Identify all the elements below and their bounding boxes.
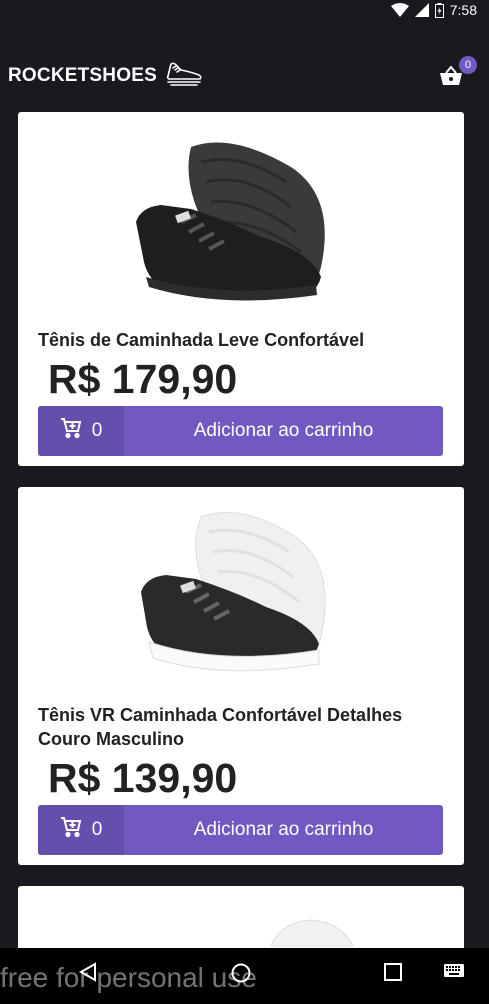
wifi-icon: [390, 3, 409, 17]
keyboard-icon[interactable]: [443, 962, 465, 983]
status-bar: 7:58: [0, 0, 489, 24]
product-card: Tênis de Caminhada Leve Confortável R$ 1…: [18, 112, 464, 466]
add-cart-icon: [60, 417, 82, 445]
product-image[interactable]: [18, 112, 464, 322]
watermark: free for personal use: [0, 962, 257, 993]
product-card: [18, 886, 464, 948]
app-header: ROCKETSHOES 0: [0, 56, 489, 100]
product-list[interactable]: Tênis de Caminhada Leve Confortável R$ 1…: [0, 112, 489, 948]
battery-icon: [434, 2, 444, 18]
cart-button[interactable]: 0: [437, 56, 477, 92]
cart-count-badge: 0: [459, 56, 477, 74]
product-price: R$ 179,90: [48, 356, 238, 402]
recents-nav-icon[interactable]: [383, 962, 403, 987]
add-to-cart-button[interactable]: 0 Adicionar ao carrinho: [38, 805, 443, 855]
cart-amount: 0: [38, 805, 124, 855]
sneaker-logo-icon: [165, 60, 203, 91]
add-cart-icon: [60, 816, 82, 844]
product-image[interactable]: [18, 487, 464, 687]
product-card: Tênis VR Caminhada Confortável Detalhes …: [18, 487, 464, 865]
add-to-cart-button[interactable]: 0 Adicionar ao carrinho: [38, 406, 443, 456]
logo[interactable]: ROCKETSHOES: [8, 60, 203, 91]
add-to-cart-label: Adicionar ao carrinho: [193, 420, 374, 441]
product-image[interactable]: [18, 886, 464, 948]
status-time: 7:58: [449, 2, 477, 18]
add-to-cart-label: Adicionar ao carrinho: [193, 819, 374, 840]
product-title: Tênis VR Caminhada Confortável Detalhes …: [38, 705, 403, 749]
signal-icon: [414, 3, 429, 17]
logo-text: ROCKETSHOES: [8, 64, 157, 86]
amount-value: 0: [91, 420, 103, 441]
amount-value: 0: [91, 819, 103, 840]
product-title: Tênis de Caminhada Leve Confortável: [38, 330, 365, 350]
cart-amount: 0: [38, 406, 124, 456]
product-price: R$ 139,90: [48, 755, 238, 801]
